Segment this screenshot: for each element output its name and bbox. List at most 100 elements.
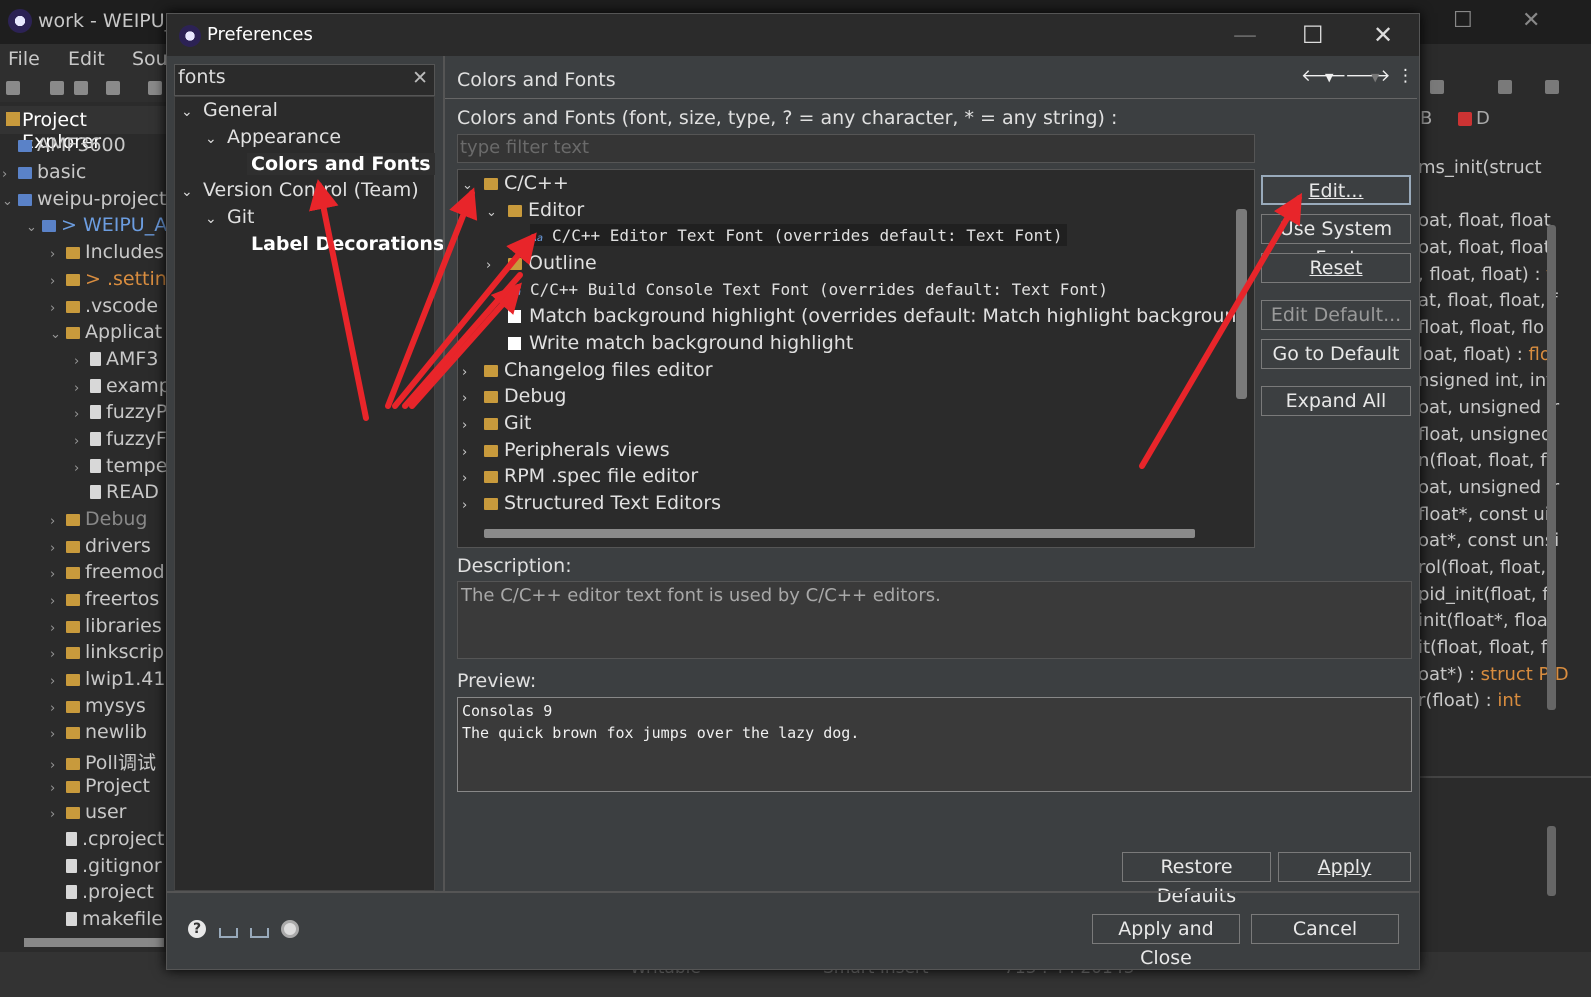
tree-font-editor-text[interactable]: Aa C/C++ Editor Text Font (overrides defa… xyxy=(530,224,1067,246)
tree-item[interactable]: › lwip1.41 xyxy=(50,668,165,690)
new-icon[interactable] xyxy=(6,81,20,95)
chevron-right-icon[interactable]: › xyxy=(462,418,484,433)
help-icon[interactable]: ? xyxy=(188,920,206,938)
tree-category-changelog[interactable]: › Changelog files editor xyxy=(462,359,713,381)
outline-scrollbar[interactable] xyxy=(1547,225,1556,710)
expand-all-button[interactable]: Expand All xyxy=(1261,386,1411,416)
outline-item[interactable]: nsigned int, int xyxy=(1418,370,1553,391)
tree-category-rpm-spec[interactable]: › RPM .spec file editor xyxy=(462,465,698,487)
outline-item[interactable]: it(float, float, fl xyxy=(1418,637,1552,658)
outline-item[interactable]: oat, unsigned ir xyxy=(1418,397,1559,418)
nav-item-version-control[interactable]: ⌄ Version Control (Team) xyxy=(181,179,419,201)
clear-filter-icon[interactable]: ✕ xyxy=(412,67,428,89)
record-icon[interactable] xyxy=(281,920,299,938)
minimize-icon[interactable]: — xyxy=(1233,21,1257,49)
tree-item[interactable]: › libraries xyxy=(50,615,162,637)
project-explorer-tab[interactable]: Project Explorer xyxy=(0,106,170,153)
tree-item[interactable]: .cproject xyxy=(50,828,164,850)
hammer-icon[interactable] xyxy=(148,81,162,95)
outline-item[interactable]: oat*, const unsi xyxy=(1418,530,1559,551)
chevron-right-icon[interactable]: › xyxy=(486,258,508,273)
tree-item[interactable]: › Project xyxy=(50,775,150,797)
outline-item[interactable]: oat, float, float xyxy=(1418,210,1551,231)
tree-item[interactable]: › fuzzyP xyxy=(74,401,167,423)
type-filter-input[interactable]: type filter text xyxy=(457,134,1255,163)
outline-item[interactable]: pid_init(float, f xyxy=(1418,584,1549,605)
chevron-down-icon[interactable]: ⌄ xyxy=(462,178,484,193)
tree-item[interactable]: .project xyxy=(50,881,154,903)
outline-item[interactable]: n(float, float, fl xyxy=(1418,450,1552,471)
tree-item[interactable]: › drivers xyxy=(50,535,151,557)
tab-d[interactable]: D xyxy=(1476,108,1490,129)
close-icon[interactable]: ✕ xyxy=(1373,21,1393,49)
tree-item[interactable]: ⌄ Applicat xyxy=(50,321,162,343)
maximize-icon[interactable]: ☐ xyxy=(1453,8,1473,33)
chevron-right-icon[interactable]: › xyxy=(462,445,484,460)
outline-item[interactable]: ms_init(struct xyxy=(1418,157,1542,178)
tree-category-peripherals[interactable]: › Peripherals views xyxy=(462,439,670,461)
tree-category-debug[interactable]: › Debug xyxy=(462,385,566,407)
cancel-button[interactable]: Cancel xyxy=(1251,914,1399,944)
tree-category-cpp[interactable]: ⌄ C/C++ xyxy=(462,172,569,194)
chevron-down-icon[interactable]: ⌄ xyxy=(205,131,227,147)
edit-default-button[interactable]: Edit Default... xyxy=(1261,300,1411,330)
outline-item[interactable]: float, unsigned xyxy=(1418,424,1552,445)
apply-and-close-button[interactable]: Apply and Close xyxy=(1092,914,1240,969)
chevron-down-icon[interactable]: ▼ xyxy=(1325,71,1333,84)
export-icon[interactable] xyxy=(250,928,269,938)
chevron-right-icon[interactable]: › xyxy=(462,471,484,486)
chevron-down-icon[interactable]: ⌄ xyxy=(486,205,508,220)
save-all-icon[interactable] xyxy=(74,81,88,95)
apply-button[interactable]: Apply xyxy=(1278,852,1411,882)
import-icon[interactable] xyxy=(219,928,238,938)
nav-item-colors-and-fonts[interactable]: Colors and Fonts xyxy=(247,153,435,175)
tree-item[interactable]: › Poll调试 xyxy=(50,748,156,775)
outline-item[interactable]: at, float, float, f xyxy=(1418,290,1558,311)
menu-edit[interactable]: Edit xyxy=(68,48,105,70)
go-to-default-button[interactable]: Go to Default xyxy=(1261,339,1411,369)
edit-button[interactable]: Edit... xyxy=(1261,175,1411,205)
tree-item[interactable]: › tempe xyxy=(74,455,167,477)
tab-b[interactable]: B xyxy=(1420,108,1432,129)
dialog-splitter[interactable] xyxy=(443,56,445,892)
tree-color-match-bg[interactable]: Match background highlight (overrides de… xyxy=(508,305,1254,327)
more-menu-icon[interactable]: ⋮ xyxy=(1397,66,1414,86)
tree-item[interactable]: › fuzzyF xyxy=(74,428,167,450)
tree-category-git[interactable]: › Git xyxy=(462,412,531,434)
tree-horizontal-scrollbar[interactable] xyxy=(484,529,1195,538)
nav-item-label-decorations[interactable]: Label Decorations xyxy=(251,233,444,255)
outline-item[interactable]: loat, float) : flo xyxy=(1418,344,1551,365)
explorer-horizontal-scrollbar[interactable] xyxy=(24,938,164,947)
preferences-filter-field[interactable]: fonts ✕ xyxy=(174,64,435,96)
chevron-right-icon[interactable]: › xyxy=(462,391,484,406)
back-arrow-icon[interactable]: 🡐 xyxy=(1301,66,1347,86)
tree-item[interactable]: .gitignor xyxy=(50,855,162,877)
tree-item[interactable]: › linkscrip xyxy=(50,641,164,663)
use-system-font-button[interactable]: Use System Font xyxy=(1261,214,1411,269)
tree-item[interactable]: makefile xyxy=(50,908,163,930)
outline-item[interactable]: oat*) : struct PID xyxy=(1418,664,1569,685)
maximize-icon[interactable]: ☐ xyxy=(1302,21,1324,49)
reset-button[interactable]: Reset xyxy=(1261,253,1411,283)
chevron-right-icon[interactable]: › xyxy=(462,365,484,380)
outline-item[interactable]: , float, float) : f xyxy=(1418,264,1553,285)
menu-source[interactable]: Sou xyxy=(132,48,168,70)
perspective-icon[interactable] xyxy=(1498,80,1512,94)
tree-item[interactable]: ⌄ > WEIPU_AI xyxy=(26,214,173,236)
tree-item[interactable]: READ xyxy=(74,481,159,503)
tree-item[interactable]: › mysys xyxy=(50,695,146,717)
outline-item[interactable]: oat, float, float, xyxy=(1418,237,1557,258)
tree-item[interactable]: › Debug xyxy=(50,508,147,530)
tree-item[interactable]: › Includes xyxy=(50,241,164,263)
outline-item[interactable]: float*, const ui xyxy=(1418,504,1550,525)
tree-item[interactable]: ⌄ weipu-project xyxy=(2,188,166,210)
tree-category-structured-text[interactable]: › Structured Text Editors xyxy=(462,492,721,514)
tree-item[interactable]: › user xyxy=(50,801,126,823)
tree-item[interactable]: AMF3600 xyxy=(2,134,126,156)
save-icon[interactable] xyxy=(50,81,64,95)
search-icon[interactable] xyxy=(1430,80,1444,94)
chevron-down-icon[interactable]: ⌄ xyxy=(205,211,227,227)
nav-item-git[interactable]: ⌄ Git xyxy=(205,206,254,228)
tree-color-write-match-bg[interactable]: Write match background highlight xyxy=(508,332,853,354)
menu-file[interactable]: File xyxy=(8,48,40,70)
